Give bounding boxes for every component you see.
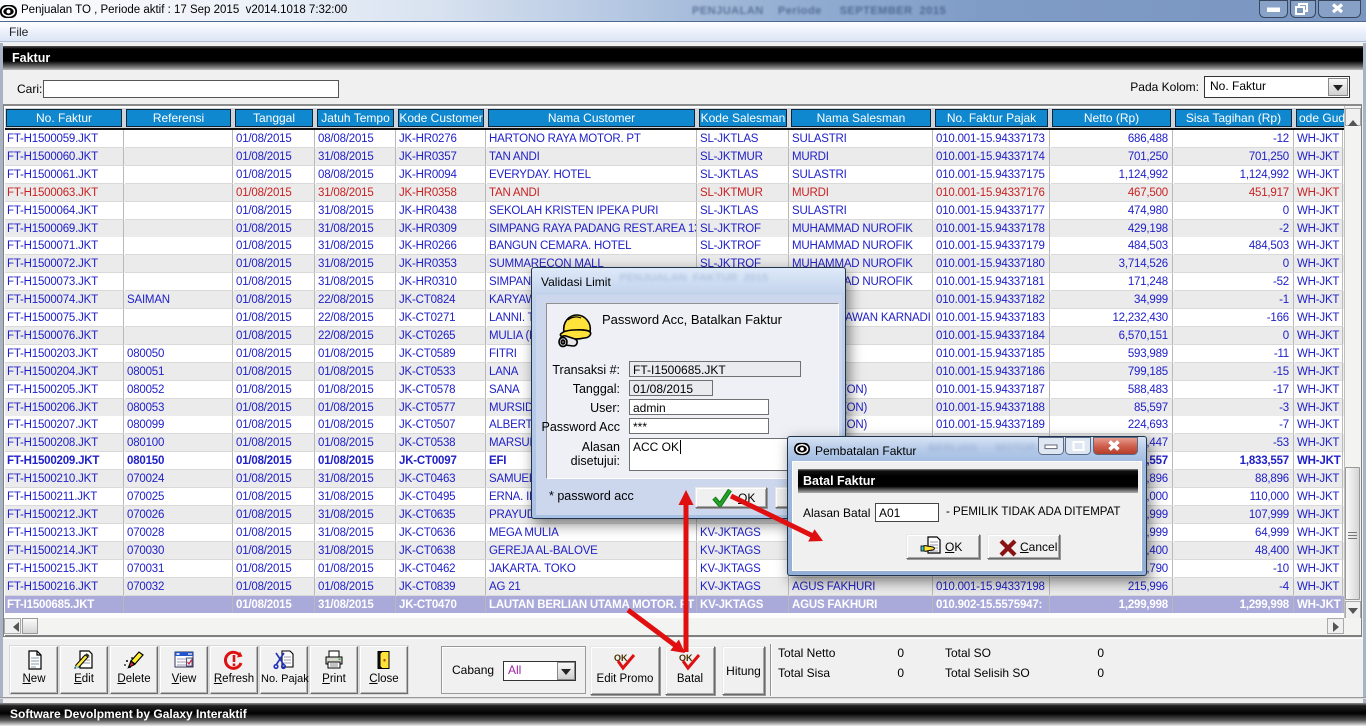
svg-text:OK: OK	[614, 653, 628, 663]
svg-text:OK: OK	[679, 653, 693, 663]
